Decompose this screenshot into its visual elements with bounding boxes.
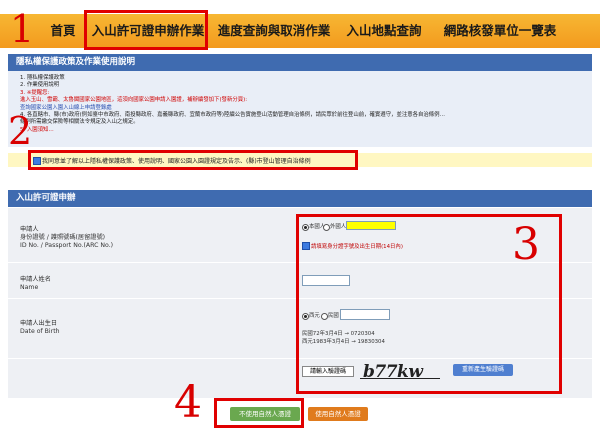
privacy-list: 1. 隱私權保護政策 2. 作業使用說明 3. ※提醒您: 進入玉山、雪霸、太魯… [20,75,585,134]
privacy-item: 條例所需繳交保險等相關法令規定及入山之規定。 [20,119,139,126]
nav-progress-query[interactable]: 進度查詢與取消作業 [212,14,336,48]
id-label: 申請人 身份證號 / 護照號碼(居留證號) ID No. / Passport … [20,226,114,249]
privacy-item: 2. 作業使用說明 [20,82,60,89]
privacy-section-header: 隱私權保護政策及作業使用說明 [8,54,592,71]
highlight-box-4 [214,398,304,428]
annotation-2: 2 [8,109,33,153]
highlight-box-2 [28,150,358,170]
privacy-item-link[interactable]: 查詢國家公園入園入山線上申請登錄處 [20,105,585,112]
highlight-box-1 [84,10,208,50]
privacy-item: 進入玉山、雪霸、太魯閣國家公園地區，這須向國家公園申請入園證，補辦續發加下(發新… [20,97,248,104]
nav-home[interactable]: 首頁 [40,14,86,48]
form-section-header: 入山許可證申辦 [8,190,592,207]
nav-location-query[interactable]: 入山地點查詢 [336,14,432,48]
annotation-3: 3 [512,219,540,270]
natural-person-cert-button[interactable]: 使用自然人憑證 [308,407,368,421]
nav-issuing-units[interactable]: 網路核發單位一覽表 [434,14,566,48]
birth-label: 申請人出生日 Date of Birth [20,320,60,335]
annotation-4: 4 [174,377,202,428]
annotation-1: 1 [10,7,35,51]
privacy-item: 1. 隱私權保護政策 [20,75,65,81]
privacy-item: 5. 入園須知… [20,126,54,133]
name-label: 申請人姓名 Name [20,276,51,291]
